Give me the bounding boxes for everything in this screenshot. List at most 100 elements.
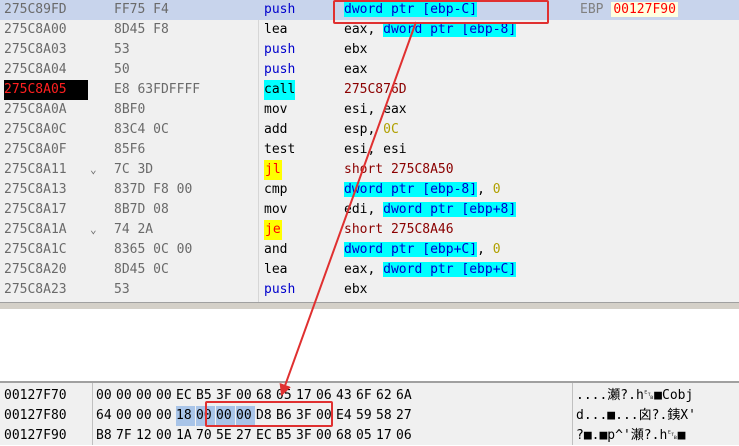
- hex-byte[interactable]: 59: [356, 406, 375, 426]
- disasm-row[interactable]: 275C8A1C 8365 0C 00 and dword ptr [ebp+C], …: [0, 240, 739, 260]
- hex-byte[interactable]: 70: [196, 426, 215, 446]
- operand-part: eax,: [344, 262, 384, 277]
- hex-byte[interactable]: 12: [136, 426, 155, 446]
- operands: ebx: [344, 40, 367, 60]
- dump-address: 00127F80: [4, 408, 67, 423]
- operand-part: 275C876D: [344, 82, 407, 97]
- disasm-row[interactable]: 275C8A0A 8BF0 mov esi, eax: [0, 100, 739, 120]
- hex-byte[interactable]: 3F: [296, 426, 315, 446]
- hex-byte[interactable]: 00: [136, 406, 155, 426]
- mnemonic: jl: [264, 160, 282, 180]
- hex-byte[interactable]: 27: [396, 406, 415, 426]
- hex-byte[interactable]: 17: [376, 426, 395, 446]
- mnemonic: call: [264, 80, 296, 100]
- disasm-row[interactable]: 275C8A17 8B7D 08 mov edi, dword ptr [ebp+8]: [0, 200, 739, 220]
- hex-byte[interactable]: 1A: [176, 426, 195, 446]
- hex-byte[interactable]: 27: [236, 426, 255, 446]
- hex-byte[interactable]: 62: [376, 386, 395, 406]
- operand-part: edi,: [344, 202, 384, 217]
- mnemonic: push: [264, 282, 296, 297]
- opcode-bytes: 8BF0: [114, 102, 146, 117]
- hex-byte[interactable]: 6A: [396, 386, 415, 406]
- operands: eax, dword ptr [ebp+C]: [344, 260, 517, 280]
- hex-byte[interactable]: EC: [256, 426, 275, 446]
- instruction-address: 275C89FD: [4, 2, 67, 17]
- hex-byte[interactable]: 00: [156, 386, 175, 406]
- disasm-row[interactable]: 275C8A03 53 push ebx: [0, 40, 739, 60]
- hex-byte[interactable]: 00: [316, 426, 335, 446]
- opcode-bytes: 83C4 0C: [114, 122, 169, 137]
- disasm-row[interactable]: 275C8A23 53 push ebx: [0, 280, 739, 300]
- hex-byte[interactable]: 00: [116, 386, 135, 406]
- instruction-address: 275C8A17: [4, 202, 67, 217]
- disasm-row[interactable]: 275C8A11 ⌄ 7C 3D jl short 275C8A50: [0, 160, 739, 180]
- hex-byte[interactable]: 5E: [216, 426, 235, 446]
- opcode-bytes: 74 2A: [114, 222, 154, 237]
- operands: dword ptr [ebp-8], 0: [344, 180, 501, 200]
- disasm-row[interactable]: 275C8A05 E8 63FDFFFF call 275C876D: [0, 80, 739, 100]
- hex-byte[interactable]: EC: [176, 386, 195, 406]
- hex-byte[interactable]: 00: [156, 426, 175, 446]
- operands: esp, 0C: [344, 120, 399, 140]
- hex-byte[interactable]: 05: [356, 426, 375, 446]
- disasm-row[interactable]: 275C8A0F 85F6 test esi, esi: [0, 140, 739, 160]
- operand-part: esi, eax: [344, 102, 407, 117]
- instruction-address: 275C8A1C: [4, 242, 67, 257]
- opcode-bytes: 8B7D 08: [114, 202, 169, 217]
- operands: esi, esi: [344, 140, 407, 160]
- hex-byte[interactable]: 00: [136, 386, 155, 406]
- dump-row[interactable]: 00127F90 B8 7F 12 00 1A 70 5E 27 EC B5 3F 00 68 05 17 06…: [0, 426, 739, 446]
- operand-part: 0: [492, 182, 501, 197]
- disassembly-pane[interactable]: 275C89FD FF75 F4 push dword ptr [ebp-C] 275C…: [0, 0, 739, 302]
- instruction-address: 275C8A04: [4, 62, 67, 77]
- opcode-bytes: 8D45 0C: [114, 262, 169, 277]
- operands: esi, eax: [344, 100, 407, 120]
- hex-byte[interactable]: 58: [376, 406, 395, 426]
- instruction-address: 275C8A13: [4, 182, 67, 197]
- operands: short 275C8A46: [344, 220, 454, 240]
- hex-byte[interactable]: 18: [176, 406, 195, 426]
- operand-part: short 275C8A46: [344, 222, 454, 237]
- dump-ascii: ?■.■p^'瀬?.h␗■: [576, 428, 686, 443]
- hex-byte[interactable]: 7F: [116, 426, 135, 446]
- operands: eax: [344, 60, 367, 80]
- hex-byte[interactable]: 00: [96, 386, 115, 406]
- operand-part: ,: [477, 242, 493, 257]
- mnemonic: lea: [264, 262, 288, 277]
- instruction-address: 275C8A05: [4, 80, 88, 100]
- dump-address: 00127F90: [4, 428, 67, 443]
- hex-byte[interactable]: 68: [336, 426, 355, 446]
- dump-row[interactable]: 00127F80 64 00 00 00 18 00 00 00 D8 B6 3F 00 E4 59 58 27…: [0, 406, 739, 426]
- hex-byte[interactable]: E4: [336, 406, 355, 426]
- jump-marker-icon: ⌄: [90, 223, 97, 236]
- operands: ebx: [344, 280, 367, 300]
- dump-row[interactable]: 00127F70 00 00 00 00 EC B5 3F 00 68 05 17 06 43 6F 62 6A…: [0, 386, 739, 406]
- dump-ascii: ....瀬?.h␗■Cobj: [576, 388, 694, 403]
- hex-byte[interactable]: 6F: [356, 386, 375, 406]
- opcode-bytes: FF75 F4: [114, 2, 169, 17]
- instruction-address: 275C8A0C: [4, 122, 67, 137]
- hex-byte[interactable]: 00: [156, 406, 175, 426]
- hex-byte[interactable]: 00: [116, 406, 135, 426]
- opcode-bytes: 85F6: [114, 142, 146, 157]
- disasm-row[interactable]: 275C8A1A ⌄ 74 2A je short 275C8A46: [0, 220, 739, 240]
- hex-byte[interactable]: 43: [336, 386, 355, 406]
- hex-byte[interactable]: B5: [276, 426, 295, 446]
- disasm-row[interactable]: 275C8A04 50 push eax: [0, 60, 739, 80]
- operand-part: dword ptr [ebp-8]: [344, 182, 478, 197]
- operand-part: dword ptr [ebp+C]: [383, 262, 517, 277]
- hex-byte[interactable]: 06: [396, 426, 415, 446]
- operand-part: short 275C8A50: [344, 162, 454, 177]
- instruction-address: 275C8A11: [4, 162, 67, 177]
- disasm-row[interactable]: 275C8A0C 83C4 0C add esp, 0C: [0, 120, 739, 140]
- disasm-row[interactable]: 275C8A13 837D F8 00 cmp dword ptr [ebp-8], …: [0, 180, 739, 200]
- opcode-bytes: 50: [114, 62, 130, 77]
- dump-ascii: d...■...囟?.銕X': [576, 408, 696, 423]
- disasm-row[interactable]: 275C8A20 8D45 0C lea eax, dword ptr [ebp+C]: [0, 260, 739, 280]
- memory-dump-pane[interactable]: 00127F70 00 00 00 00 EC B5 3F 00 68 05 17 06 43 6F 62 6A…: [0, 383, 739, 445]
- instruction-address: 275C8A1A: [4, 222, 67, 237]
- hex-byte[interactable]: B8: [96, 426, 115, 446]
- annotation-box-operand: [333, 0, 549, 24]
- hex-byte[interactable]: 64: [96, 406, 115, 426]
- instruction-address: 275C8A00: [4, 22, 67, 37]
